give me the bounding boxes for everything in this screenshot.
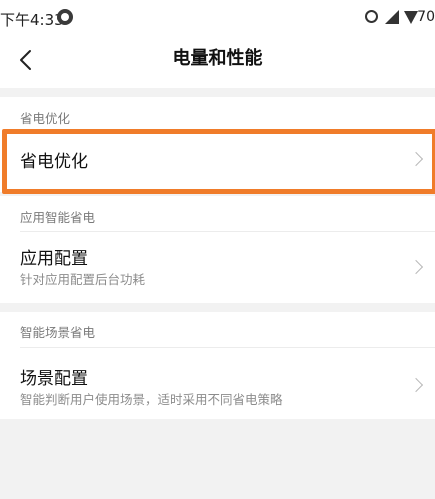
list-item-app-config[interactable]: 应用配置 针对应用配置后台功耗 xyxy=(0,232,435,302)
cell-signal-icon xyxy=(385,10,399,24)
item-title: 应用配置 xyxy=(20,249,88,269)
section-label-app-smart-saving: 应用智能省电 xyxy=(20,210,96,225)
section-label-scene-smart-saving: 智能场景省电 xyxy=(20,325,96,340)
status-bar: 下午4:33 70 xyxy=(0,0,435,36)
section-card-app-smart-saving: 应用智能省电 应用配置 针对应用配置后台功耗 xyxy=(0,196,435,303)
chevron-right-icon xyxy=(408,377,424,393)
highlight-box xyxy=(2,129,435,194)
app-notification-icon xyxy=(57,9,73,25)
item-subtitle: 智能判断用户使用场景，适时采用不同省电策略 xyxy=(20,392,283,407)
chevron-right-icon xyxy=(408,259,424,275)
item-title: 场景配置 xyxy=(20,369,88,389)
app-header: 电量和性能 xyxy=(0,36,435,88)
section-label-power-saving: 省电优化 xyxy=(20,111,71,126)
alarm-icon xyxy=(365,10,378,23)
section-card-scene-smart-saving: 智能场景省电 场景配置 智能判断用户使用场景，适时采用不同省电策略 xyxy=(0,312,435,419)
page-title: 电量和性能 xyxy=(172,48,263,69)
battery-level: 70 xyxy=(417,9,435,25)
wifi-icon xyxy=(404,11,418,24)
status-time: 下午4:33 xyxy=(0,11,64,29)
item-subtitle: 针对应用配置后台功耗 xyxy=(20,272,146,287)
list-item-scene-config[interactable]: 场景配置 智能判断用户使用场景，适时采用不同省电策略 xyxy=(0,348,435,418)
